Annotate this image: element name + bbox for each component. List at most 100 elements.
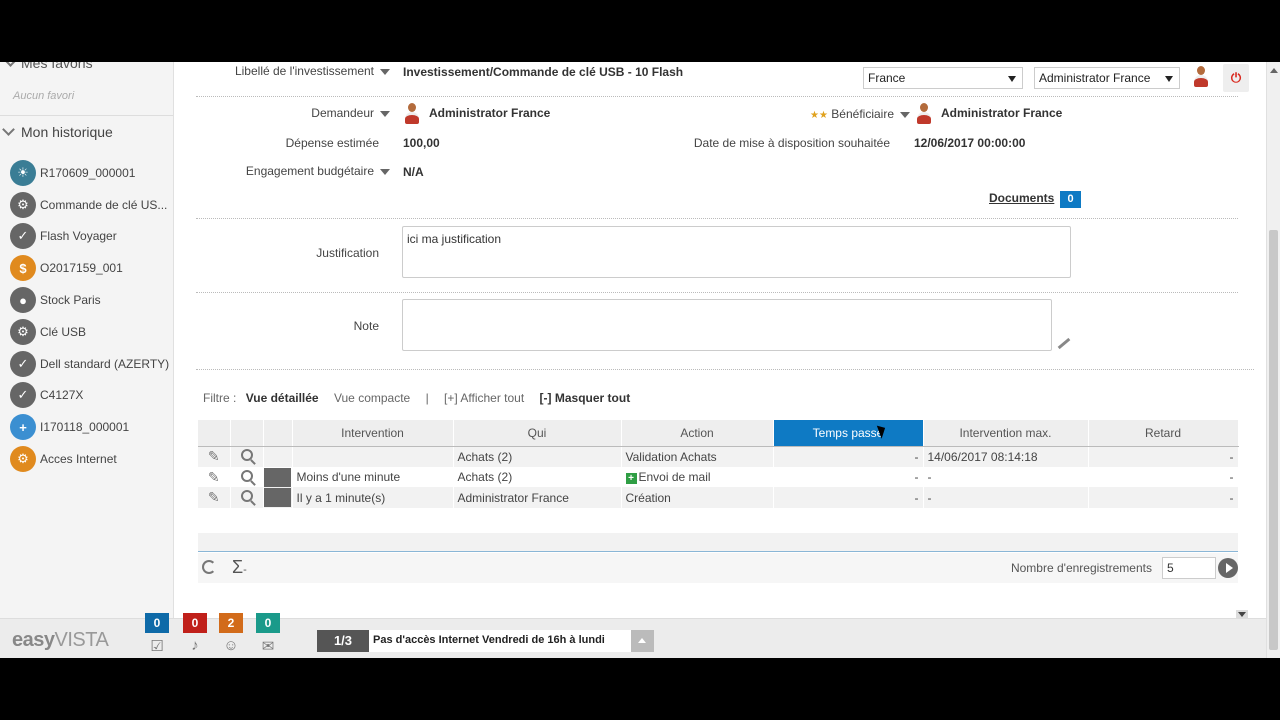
wrench-icon[interactable]: ✎ <box>208 448 220 465</box>
refresh-icon[interactable] <box>202 560 216 574</box>
libelle-field[interactable]: Libellé de l'investissement <box>174 64 390 78</box>
divider <box>196 369 1254 370</box>
status-square <box>263 488 291 508</box>
beneficiaire-field[interactable]: ★★ Bénéficiaire <box>794 107 910 121</box>
table-row[interactable]: ✎ Il y a 1 minute(s) Administrator France C… <box>198 487 1239 509</box>
history-item[interactable]: ☀ R170609_000001 <box>10 157 174 189</box>
history-item[interactable]: ✓ Dell standard (AZERTY) <box>10 348 174 380</box>
history-item[interactable]: ● Stock Paris <box>10 284 174 316</box>
demandeur-label: Demandeur <box>311 106 374 120</box>
row-view-cell[interactable] <box>230 446 264 467</box>
demandeur-value: Administrator France <box>429 106 551 120</box>
user-avatar[interactable] <box>1193 66 1209 88</box>
detailed-view-link[interactable]: Vue détaillée <box>246 391 319 405</box>
header-intervention[interactable]: Intervention <box>292 420 454 447</box>
plus-icon: + <box>625 473 637 485</box>
history-item[interactable]: ✓ C4127X <box>10 380 174 412</box>
logo-easy: easy <box>12 629 55 651</box>
sigma-icon[interactable]: Σ- <box>232 557 247 578</box>
history-section-toggle[interactable]: Mon historique <box>2 123 113 140</box>
dropdown-triangle-icon[interactable] <box>900 111 910 118</box>
cell-qui: Achats (2) <box>453 466 622 488</box>
history-item[interactable]: ✓ Flash Voyager <box>10 221 174 253</box>
pencil-icon[interactable] <box>1057 337 1071 350</box>
chat-icon[interactable]: ✉ <box>258 637 278 655</box>
magnifier-icon[interactable] <box>240 490 253 503</box>
justification-textarea[interactable]: ici ma justification <box>402 226 1071 278</box>
scroll-up-icon[interactable] <box>1270 68 1278 73</box>
magnifier-icon[interactable] <box>240 449 253 462</box>
header-qui[interactable]: Qui <box>453 420 622 447</box>
cell-qui: Administrator France <box>453 487 622 509</box>
logout-button[interactable]: ⏻ <box>1223 64 1249 92</box>
checklist-icon[interactable]: ☑ <box>147 637 167 655</box>
records-input[interactable]: 5 <box>1162 557 1216 579</box>
header-retard[interactable]: Retard <box>1088 420 1239 447</box>
counter-badge[interactable]: 0 <box>145 613 169 633</box>
group-icon[interactable]: ☺ <box>221 637 241 654</box>
scroll-thumb[interactable] <box>1269 230 1278 650</box>
show-all-link[interactable]: [+] Afficher tout <box>444 391 524 405</box>
alert-bell-icon[interactable]: ♪ <box>185 637 205 654</box>
history-item[interactable]: + I170118_000001 <box>10 411 174 443</box>
gear-check-icon: ⚙ <box>10 318 36 345</box>
libelle-value: Investissement/Commande de clé USB - 10 … <box>403 65 684 79</box>
documents-link[interactable]: Documents <box>989 191 1054 205</box>
history-item[interactable]: ⚙ Commande de clé US... <box>10 189 174 221</box>
note-label: Note <box>353 319 379 333</box>
user-select-value: Administrator France <box>1039 71 1151 85</box>
play-icon[interactable] <box>1218 558 1238 578</box>
cell-intervention: Il y a 1 minute(s) <box>292 487 454 509</box>
demandeur-field[interactable]: Demandeur <box>174 106 390 120</box>
history-item[interactable]: ⚙ Clé USB <box>10 316 174 348</box>
user-select[interactable]: Administrator France <box>1034 67 1180 89</box>
header-action[interactable]: Action <box>621 420 774 447</box>
counter-badge[interactable]: 2 <box>219 613 243 633</box>
status-square <box>263 467 291 487</box>
table-row[interactable]: ✎ Achats (2) Validation Achats -14/06/2017 … <box>198 446 1239 467</box>
header-temps-passe[interactable]: Temps passé <box>773 420 924 447</box>
hide-all-link[interactable]: [-] Masquer tout <box>540 391 631 405</box>
divider <box>0 115 173 116</box>
row-edit-cell[interactable]: ✎ <box>198 446 231 467</box>
gear-icon: ⚙ <box>10 446 36 473</box>
table-row[interactable]: ✎ Moins d'une minute Achats (2) + Envoi de m… <box>198 466 1239 488</box>
row-edit-cell[interactable]: ✎ <box>198 487 231 509</box>
history-item-label: Acces Internet <box>40 452 117 467</box>
engagement-field[interactable]: Engagement budgétaire <box>174 164 390 178</box>
history-item[interactable]: ⚙ Acces Internet <box>10 443 174 475</box>
compact-view-link[interactable]: Vue compacte <box>334 391 410 405</box>
first-aid-icon: + <box>10 414 36 441</box>
cell-action: + Envoi de mail <box>621 466 774 488</box>
row-view-cell[interactable] <box>230 466 264 488</box>
dropdown-triangle-icon[interactable] <box>380 68 390 75</box>
dropdown-triangle-icon[interactable] <box>380 168 390 175</box>
counter-badge[interactable]: 0 <box>256 613 280 633</box>
divider <box>196 218 1238 219</box>
sidebar: Mes favoris Aucun favori Mon historique … <box>0 62 174 618</box>
app-window: Mes favoris Aucun favori Mon historique … <box>0 62 1280 658</box>
magnifier-icon[interactable] <box>240 469 253 482</box>
news-expand-button[interactable] <box>631 630 654 652</box>
grid-header-empty <box>230 420 264 447</box>
favorites-title: Mes favoris <box>21 62 93 71</box>
wrench-icon[interactable]: ✎ <box>208 489 220 506</box>
history-item-label: Commande de clé US... <box>40 197 168 212</box>
news-ticker-text[interactable]: Pas d'accès Internet Vendredi de 16h à l… <box>369 630 631 652</box>
filter-bar: Filtre : Vue détaillée Vue compacte | [+… <box>203 391 642 405</box>
chevron-down-icon <box>1008 76 1016 82</box>
location-pin-icon: ● <box>10 287 36 314</box>
row-edit-cell[interactable]: ✎ <box>198 466 231 488</box>
document-check-icon: ✓ <box>10 350 36 377</box>
counter-badge[interactable]: 0 <box>183 613 207 633</box>
note-textarea[interactable] <box>402 299 1052 351</box>
favorites-section-toggle[interactable]: Mes favoris <box>4 62 93 71</box>
scrollbar[interactable] <box>1266 62 1280 658</box>
dropdown-triangle-icon[interactable] <box>380 110 390 117</box>
header-intervention-max[interactable]: Intervention max. <box>923 420 1089 447</box>
wrench-icon[interactable]: ✎ <box>208 469 220 486</box>
country-select[interactable]: France <box>863 67 1023 89</box>
cell-temps: - <box>773 466 924 488</box>
history-item[interactable]: $ O2017159_001 <box>10 252 174 284</box>
row-view-cell[interactable] <box>230 487 264 509</box>
